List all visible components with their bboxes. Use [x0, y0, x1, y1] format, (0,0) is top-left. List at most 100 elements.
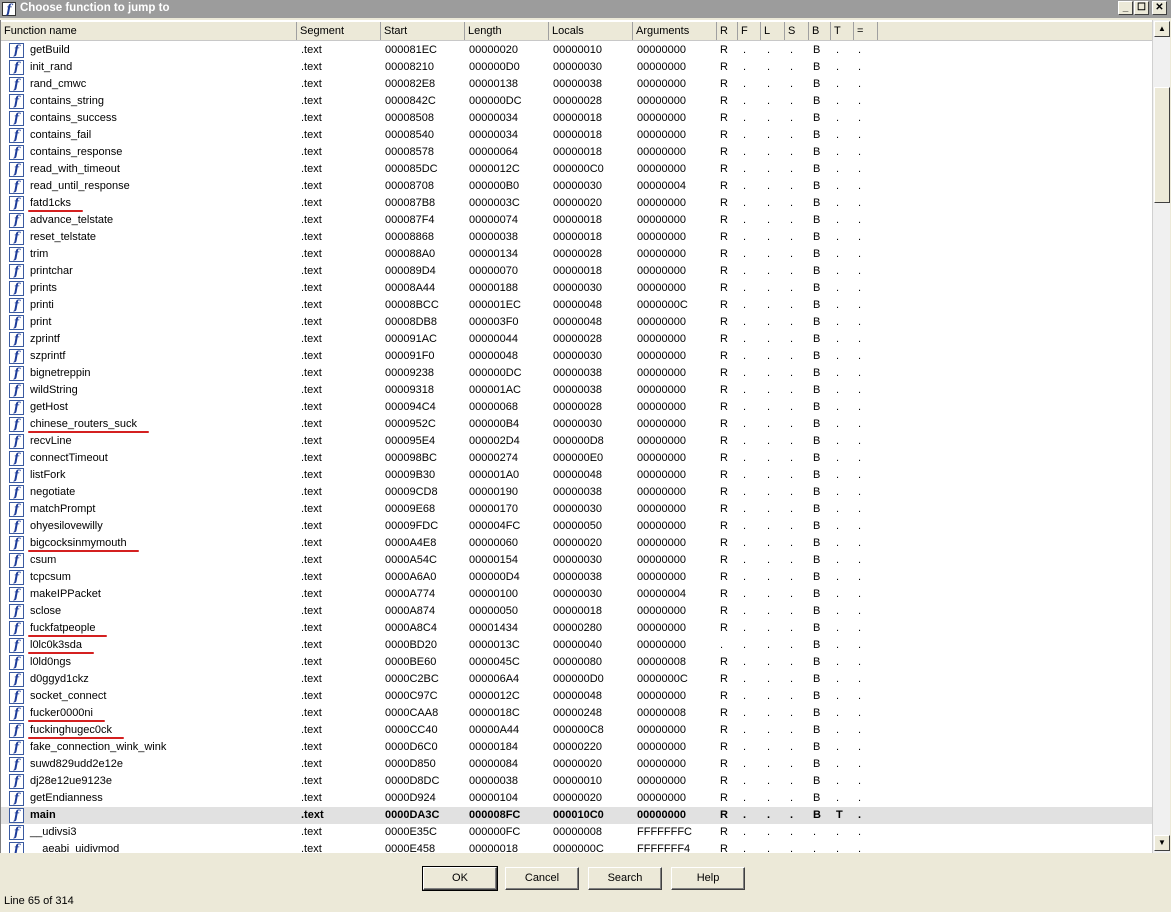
table-row[interactable]: f advance_telstate .text 000087F4 00000074 00…: [1, 212, 1152, 229]
scrollbar-thumb[interactable]: [1154, 87, 1170, 203]
table-row[interactable]: f __udivsi3 .text 0000E35C 000000FC 00000008 F…: [1, 824, 1152, 841]
column-header-4[interactable]: Locals: [549, 22, 633, 40]
table-row[interactable]: f bignetreppin .text 00009238 000000DC 000000…: [1, 365, 1152, 382]
table-cell: 00008A44: [385, 282, 436, 294]
table-row[interactable]: f contains_string .text 0000842C 000000DC 000…: [1, 93, 1152, 110]
table-row[interactable]: f zprintf .text 000091AC 00000044 00000028 000…: [1, 331, 1152, 348]
table-row[interactable]: f chinese_routers_suck .text 0000952C 000000…: [1, 416, 1152, 433]
table-row[interactable]: f csum .text 0000A54C 00000154 00000030 000000…: [1, 552, 1152, 569]
column-header-8[interactable]: L: [761, 22, 785, 40]
table-row[interactable]: f fake_connection_wink_wink .text 0000D6C0 0…: [1, 739, 1152, 756]
table-row[interactable]: f negotiate .text 00009CD8 00000190 00000038 0…: [1, 484, 1152, 501]
table-row[interactable]: f printchar .text 000089D4 00000070 00000018 0…: [1, 263, 1152, 280]
table-row[interactable]: f listFork .text 00009B30 000001A0 00000048 00…: [1, 467, 1152, 484]
column-header-12[interactable]: =: [854, 22, 878, 40]
table-cell: 0000C2BC: [385, 673, 439, 685]
column-header-10[interactable]: B: [809, 22, 831, 40]
column-header-11[interactable]: T: [831, 22, 854, 40]
column-header-1[interactable]: Segment: [297, 22, 381, 40]
table-cell: 0000A874: [385, 605, 436, 617]
table-row[interactable]: f socket_connect .text 0000C97C 0000012C 0000…: [1, 688, 1152, 705]
table-row[interactable]: f d0ggyd1ckz .text 0000C2BC 000006A4 000000D0…: [1, 671, 1152, 688]
table-cell: R: [720, 350, 728, 362]
table-row[interactable]: f szprintf .text 000091F0 00000048 00000030 00…: [1, 348, 1152, 365]
table-cell: 00000050: [553, 520, 602, 532]
table-row[interactable]: f fuckinghugec0ck .text 0000CC40 00000A44 000…: [1, 722, 1152, 739]
ok-button[interactable]: OK: [422, 866, 498, 891]
help-button[interactable]: Help: [671, 867, 745, 890]
table-cell: .: [743, 435, 747, 447]
table-cell: 00000280: [553, 622, 602, 634]
column-header-9[interactable]: S: [785, 22, 809, 40]
search-button[interactable]: Search: [588, 867, 662, 890]
column-header-3[interactable]: Length: [465, 22, 549, 40]
table-row[interactable]: f wildString .text 00009318 000001AC 00000038…: [1, 382, 1152, 399]
vertical-scrollbar[interactable]: ▲ ▼: [1152, 20, 1170, 853]
table-row[interactable]: f trim .text 000088A0 00000134 00000028 000000…: [1, 246, 1152, 263]
table-row[interactable]: f contains_success .text 00008508 00000034 00…: [1, 110, 1152, 127]
scroll-up-arrow-icon[interactable]: ▲: [1154, 21, 1170, 37]
cancel-button[interactable]: Cancel: [505, 867, 579, 890]
table-row[interactable]: f contains_response .text 00008578 00000064 0…: [1, 144, 1152, 161]
table-cell: .: [743, 605, 747, 617]
column-header-6[interactable]: R: [717, 22, 738, 40]
scroll-down-arrow-icon[interactable]: ▼: [1154, 835, 1170, 851]
table-row[interactable]: f printi .text 00008BCC 000001EC 00000048 0000…: [1, 297, 1152, 314]
table-cell: .: [858, 707, 862, 719]
table-row[interactable]: f contains_fail .text 00008540 00000034 00000…: [1, 127, 1152, 144]
table-cell: 000088A0: [385, 248, 436, 260]
table-cell: .: [743, 724, 747, 736]
table-cell: .text: [301, 656, 322, 668]
table-cell: 0000CAA8: [385, 707, 439, 719]
column-header-5[interactable]: Arguments: [633, 22, 717, 40]
function-list[interactable]: Function name Segment Start Length Locals Arg…: [0, 20, 1152, 853]
table-row[interactable]: f l0lc0k3sda .text 0000BD20 0000013C 00000040…: [1, 637, 1152, 654]
table-row[interactable]: f print .text 00008DB8 000003F0 00000048 00000…: [1, 314, 1152, 331]
table-cell: 0000012C: [469, 690, 520, 702]
table-row[interactable]: f sclose .text 0000A874 00000050 00000018 0000…: [1, 603, 1152, 620]
table-row[interactable]: f connectTimeout .text 000098BC 00000274 0000…: [1, 450, 1152, 467]
table-cell: .: [790, 350, 794, 362]
table-cell: .: [743, 44, 747, 56]
table-row[interactable]: f fucker0000ni .text 0000CAA8 0000018C 000002…: [1, 705, 1152, 722]
table-row[interactable]: f main .text 0000DA3C 000008FC 000010C0 000000…: [1, 807, 1152, 824]
function-name: trim: [30, 248, 49, 260]
table-row[interactable]: f getEndianness .text 0000D924 00000104 00000…: [1, 790, 1152, 807]
table-row[interactable]: f matchPrompt .text 00009E68 00000170 0000003…: [1, 501, 1152, 518]
table-row[interactable]: f prints .text 00008A44 00000188 00000030 0000…: [1, 280, 1152, 297]
table-cell: 00000000: [637, 265, 686, 277]
table-row[interactable]: f dj28e12ue9123e .text 0000D8DC 00000038 0000…: [1, 773, 1152, 790]
table-row[interactable]: f bigcocksinmymouth .text 0000A4E8 00000060 0…: [1, 535, 1152, 552]
maximize-button[interactable]: ☐: [1134, 1, 1149, 15]
table-row[interactable]: f makeIPPacket .text 0000A774 00000100 000000…: [1, 586, 1152, 603]
table-row[interactable]: f rand_cmwc .text 000082E8 00000138 00000038 0…: [1, 76, 1152, 93]
table-row[interactable]: f getBuild .text 000081EC 00000020 00000010 00…: [1, 42, 1152, 59]
table-row[interactable]: f read_with_timeout .text 000085DC 0000012C 0…: [1, 161, 1152, 178]
table-cell: .: [836, 554, 840, 566]
table-row[interactable]: f l0ld0ngs .text 0000BE60 0000045C 00000080 00…: [1, 654, 1152, 671]
table-cell: .: [743, 299, 747, 311]
column-header-0[interactable]: Function name: [1, 22, 297, 40]
table-row[interactable]: f recvLine .text 000095E4 000002D4 000000D8 00…: [1, 433, 1152, 450]
table-row[interactable]: f init_rand .text 00008210 000000D0 00000030 0…: [1, 59, 1152, 76]
table-row[interactable]: f ohyesilovewilly .text 00009FDC 000004FC 000…: [1, 518, 1152, 535]
table-cell: .: [767, 299, 771, 311]
table-row[interactable]: f fatd1cks .text 000087B8 0000003C 00000020 00…: [1, 195, 1152, 212]
table-row[interactable]: f suwd829udd2e12e .text 0000D850 00000084 000…: [1, 756, 1152, 773]
function-icon: f: [9, 587, 24, 602]
table-cell: 000008FC: [469, 809, 521, 821]
table-row[interactable]: f read_until_response .text 00008708 000000B…: [1, 178, 1152, 195]
function-icon: f: [9, 349, 24, 364]
minimize-button[interactable]: _: [1118, 1, 1133, 15]
close-button[interactable]: ✕: [1152, 1, 1167, 15]
table-row[interactable]: f reset_telstate .text 00008868 00000038 0000…: [1, 229, 1152, 246]
table-row[interactable]: f tcpcsum .text 0000A6A0 000000D4 00000038 000…: [1, 569, 1152, 586]
table-row[interactable]: f getHost .text 000094C4 00000068 00000028 000…: [1, 399, 1152, 416]
table-cell: 00000018: [553, 265, 602, 277]
table-cell: .: [858, 843, 862, 853]
table-row[interactable]: f __aeabi_uidivmod .text 0000E458 00000018 00…: [1, 841, 1152, 853]
column-header-2[interactable]: Start: [381, 22, 465, 40]
table-cell: .: [790, 690, 794, 702]
column-header-7[interactable]: F: [738, 22, 761, 40]
table-row[interactable]: f fuckfatpeople .text 0000A8C4 00001434 00000…: [1, 620, 1152, 637]
